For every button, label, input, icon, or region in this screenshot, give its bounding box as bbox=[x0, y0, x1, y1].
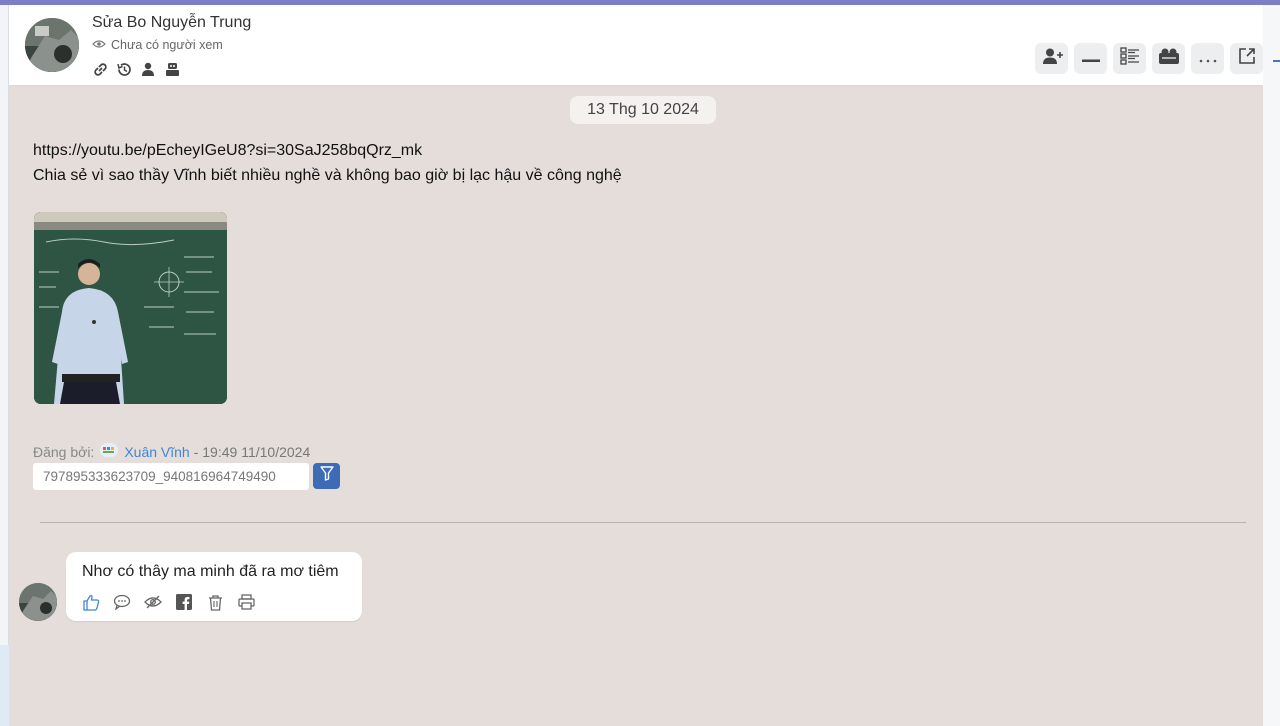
bot-icon[interactable] bbox=[163, 60, 181, 78]
add-person-icon bbox=[1041, 47, 1063, 70]
posted-by-line: Đăng bởi: Xuân Vĩnh - 19:49 11/10/2024 bbox=[33, 441, 310, 462]
date-separator: 13 Thg 10 2024 bbox=[570, 96, 716, 124]
group-button[interactable] bbox=[1152, 43, 1185, 74]
filter-button[interactable] bbox=[313, 463, 340, 489]
trash-icon[interactable] bbox=[206, 593, 224, 611]
minimize-button[interactable] bbox=[1074, 43, 1107, 74]
chat-title: Sửa Bo Nguyễn Trung bbox=[92, 14, 252, 31]
post-time: - 19:49 11/10/2024 bbox=[193, 443, 311, 460]
filter-icon bbox=[319, 466, 334, 486]
eye-icon bbox=[92, 38, 106, 52]
external-link-icon bbox=[1238, 47, 1256, 70]
commenter-avatar[interactable] bbox=[19, 583, 57, 621]
hide-icon[interactable] bbox=[144, 593, 162, 611]
comment-actions bbox=[82, 593, 255, 611]
thread-divider bbox=[40, 522, 1246, 523]
ellipsis-icon bbox=[1199, 50, 1217, 68]
posted-by-label: Đăng bởi: bbox=[33, 443, 95, 460]
header-icon-row bbox=[91, 60, 181, 78]
chat-header: Sửa Bo Nguyễn Trung Chưa có người xem bbox=[9, 5, 1263, 86]
chat-area[interactable]: 13 Thg 10 2024 https://youtu.be/pEcheyIG… bbox=[9, 86, 1263, 726]
comment-bubble: Nhơ có thây ma minh đã ra mơ tiêm bbox=[66, 552, 362, 621]
add-member-button[interactable] bbox=[1035, 43, 1068, 74]
comment-text: Nhơ có thây ma minh đã ra mơ tiêm bbox=[82, 563, 339, 580]
open-external-button[interactable] bbox=[1230, 43, 1263, 74]
checklist-icon bbox=[1119, 47, 1140, 70]
left-sidebar-edge bbox=[0, 5, 9, 726]
viewers-status: Chưa có người xem bbox=[92, 38, 223, 52]
group-avatar[interactable] bbox=[25, 18, 79, 72]
message-body: https://youtu.be/pEcheyIGeU8?si=30SaJ258… bbox=[33, 138, 622, 188]
history-icon[interactable] bbox=[115, 60, 133, 78]
reply-icon[interactable] bbox=[113, 593, 131, 611]
message-link[interactable]: https://youtu.be/pEcheyIGeU8?si=30SaJ258… bbox=[33, 138, 622, 163]
minus-icon bbox=[1081, 50, 1100, 68]
checklist-button[interactable] bbox=[1113, 43, 1146, 74]
person-icon[interactable] bbox=[139, 60, 157, 78]
print-icon[interactable] bbox=[237, 593, 255, 611]
author-name[interactable]: Xuân Vĩnh bbox=[124, 444, 189, 460]
right-scrollbar[interactable] bbox=[1263, 5, 1280, 726]
author-avatar[interactable] bbox=[98, 441, 120, 462]
message-text: Chia sẻ vì sao thầy Vĩnh biết nhiều nghề… bbox=[33, 167, 622, 184]
group-icon bbox=[1158, 47, 1180, 70]
like-icon[interactable] bbox=[82, 593, 100, 611]
facebook-icon[interactable] bbox=[175, 593, 193, 611]
post-id-field[interactable]: 797895333623709_940816964749490 bbox=[33, 463, 309, 490]
more-options-button[interactable] bbox=[1191, 43, 1224, 74]
link-icon[interactable] bbox=[91, 60, 109, 78]
message-image[interactable] bbox=[34, 212, 227, 404]
header-actions bbox=[1035, 43, 1263, 74]
viewers-text: Chưa có người xem bbox=[111, 38, 223, 52]
